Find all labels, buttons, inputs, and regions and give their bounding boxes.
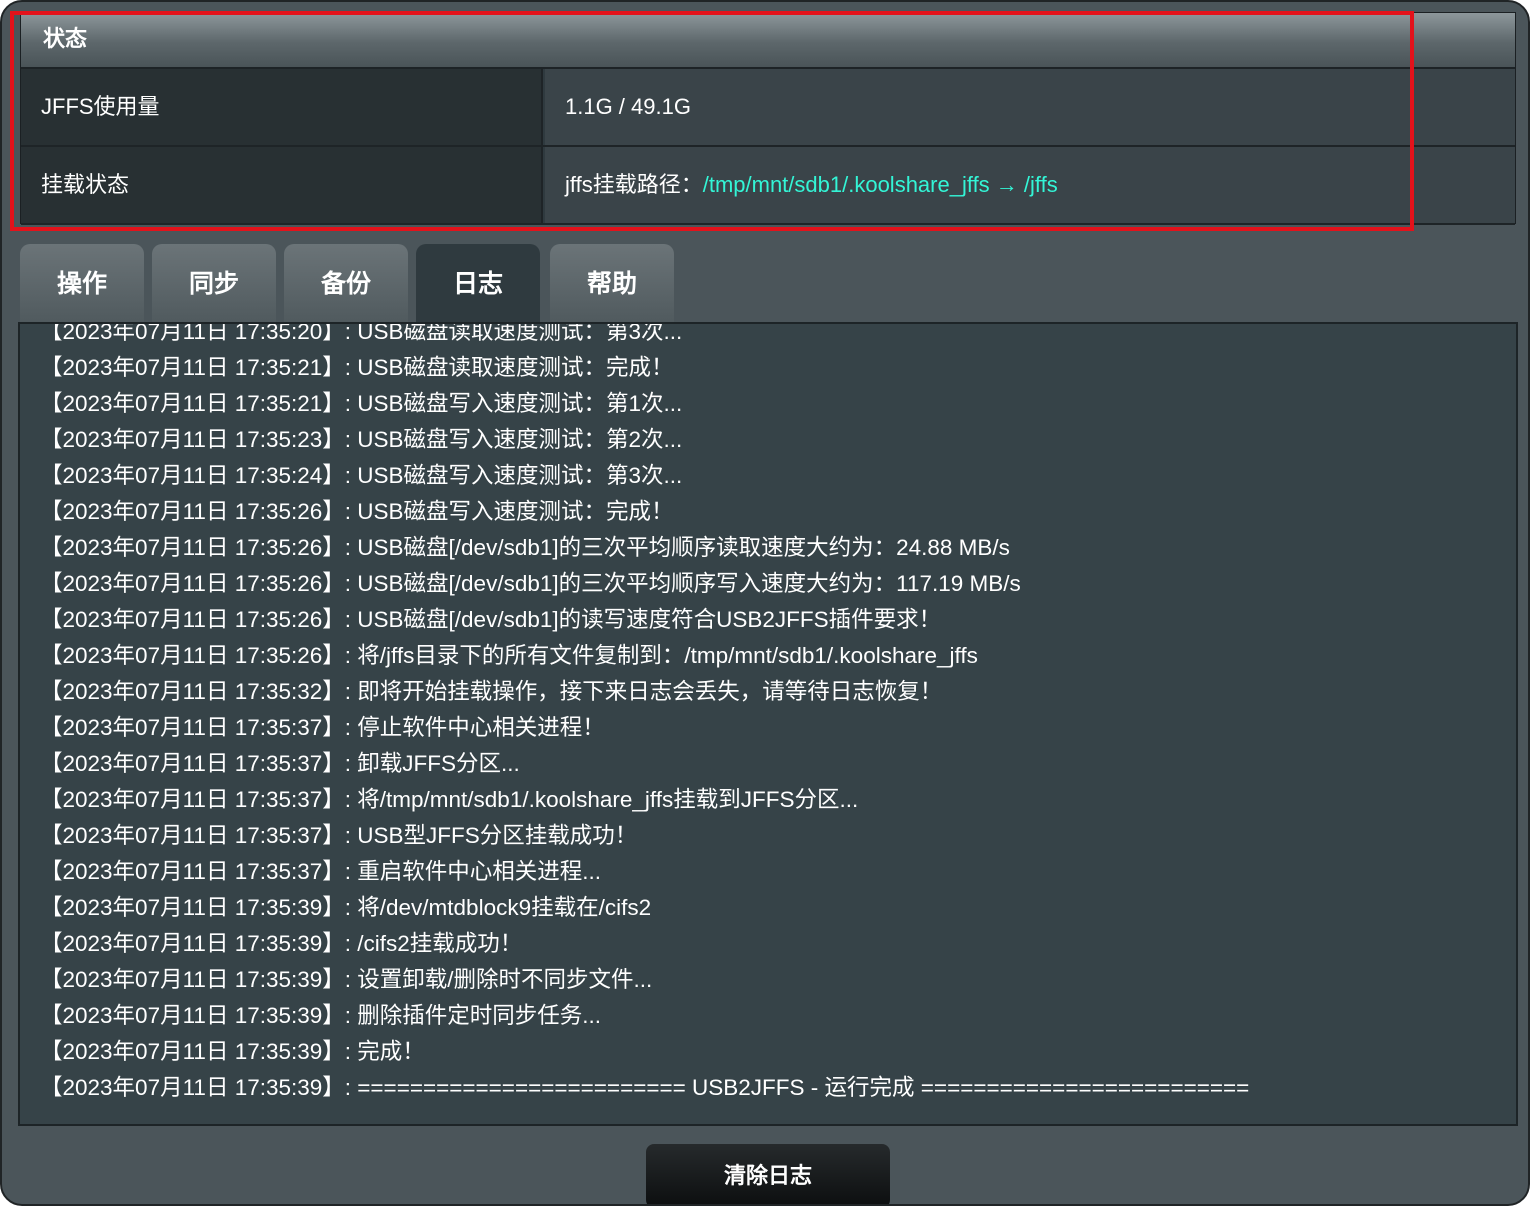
log-line: 【2023年07月11日 17:35:37】: 重启软件中心相关进程... (40, 859, 602, 884)
log-line: 【2023年07月11日 17:35:26】: USB磁盘写入速度测试：完成！ (40, 499, 674, 524)
log-line: 【2023年07月11日 17:35:39】: 完成！ (40, 1039, 425, 1064)
tab-backup[interactable]: 备份 (284, 244, 408, 326)
log-line: 【2023年07月11日 17:35:23】: USB磁盘写入速度测试：第2次.… (40, 427, 683, 452)
log-line: 【2023年07月11日 17:35:21】: USB磁盘写入速度测试：第1次.… (40, 391, 683, 416)
log-line: 【2023年07月11日 17:35:39】: 将/dev/mtdblock9挂… (40, 895, 652, 920)
mount-status-label: 挂载状态 (21, 147, 543, 223)
jffs-usage-label: JFFS使用量 (21, 69, 543, 145)
log-line: 【2023年07月11日 17:35:26】: USB磁盘[/dev/sdb1]… (40, 535, 1010, 560)
log-line: 【2023年07月11日 17:35:39】: ================… (40, 1075, 1250, 1100)
log-textarea[interactable]: 【2023年07月11日 17:35:20】: USB磁盘读取速度测试：第3次.… (18, 322, 1518, 1126)
tab-help[interactable]: 帮助 (550, 244, 674, 326)
mount-status-row: 挂载状态 jffs挂载路径：/tmp/mnt/sdb1/.koolshare_j… (21, 147, 1515, 225)
log-line: 【2023年07月11日 17:35:37】: 将/tmp/mnt/sdb1/.… (40, 787, 859, 812)
log-line: 【2023年07月11日 17:35:26】: USB磁盘[/dev/sdb1]… (40, 607, 942, 632)
log-line: 【2023年07月11日 17:35:26】: 将/jffs目录下的所有文件复制… (40, 643, 978, 668)
tab-operation[interactable]: 操作 (20, 244, 144, 326)
log-line: 【2023年07月11日 17:35:37】: USB型JFFS分区挂载成功！ (40, 823, 638, 848)
log-line: 【2023年07月11日 17:35:37】: 停止软件中心相关进程！ (40, 715, 605, 740)
tab-log[interactable]: 日志 (416, 244, 540, 326)
log-line: 【2023年07月11日 17:35:32】: 即将开始挂载操作，接下来日志会丢… (40, 679, 943, 704)
log-line: 【2023年07月11日 17:35:39】: 删除插件定时同步任务... (40, 1003, 602, 1028)
tab-sync[interactable]: 同步 (152, 244, 276, 326)
status-header: 状态 (21, 13, 1515, 69)
status-table: 状态 JFFS使用量 1.1G / 49.1G 挂载状态 jffs挂载路径：/t… (20, 12, 1516, 225)
mount-status-value: jffs挂载路径：/tmp/mnt/sdb1/.koolshare_jffs →… (545, 147, 1515, 223)
mount-path-prefix: jffs挂载路径： (565, 172, 703, 197)
log-line: 【2023年07月11日 17:35:20】: USB磁盘读取速度测试：第3次.… (40, 322, 683, 344)
jffs-usage-row: JFFS使用量 1.1G / 49.1G (21, 69, 1515, 147)
log-line: 【2023年07月11日 17:35:39】: 设置卸载/删除时不同步文件... (40, 967, 653, 992)
log-line: 【2023年07月11日 17:35:21】: USB磁盘读取速度测试：完成！ (40, 355, 674, 380)
log-line: 【2023年07月11日 17:35:24】: USB磁盘写入速度测试：第3次.… (40, 463, 683, 488)
log-line: 【2023年07月11日 17:35:39】: /cifs2挂载成功！ (40, 931, 523, 956)
plugin-panel: 状态 JFFS使用量 1.1G / 49.1G 挂载状态 jffs挂载路径：/t… (0, 0, 1530, 1206)
mount-path-link[interactable]: /tmp/mnt/sdb1/.koolshare_jffs → /jffs (703, 172, 1058, 197)
log-lines: 【2023年07月11日 17:35:20】: USB磁盘读取速度测试：第3次.… (40, 322, 1250, 1106)
clear-log-button[interactable]: 清除日志 (646, 1144, 890, 1204)
log-line: 【2023年07月11日 17:35:26】: USB磁盘[/dev/sdb1]… (40, 571, 1021, 596)
log-line: 【2023年07月11日 17:35:37】: 卸载JFFS分区... (40, 751, 520, 776)
jffs-usage-value: 1.1G / 49.1G (545, 69, 1515, 145)
